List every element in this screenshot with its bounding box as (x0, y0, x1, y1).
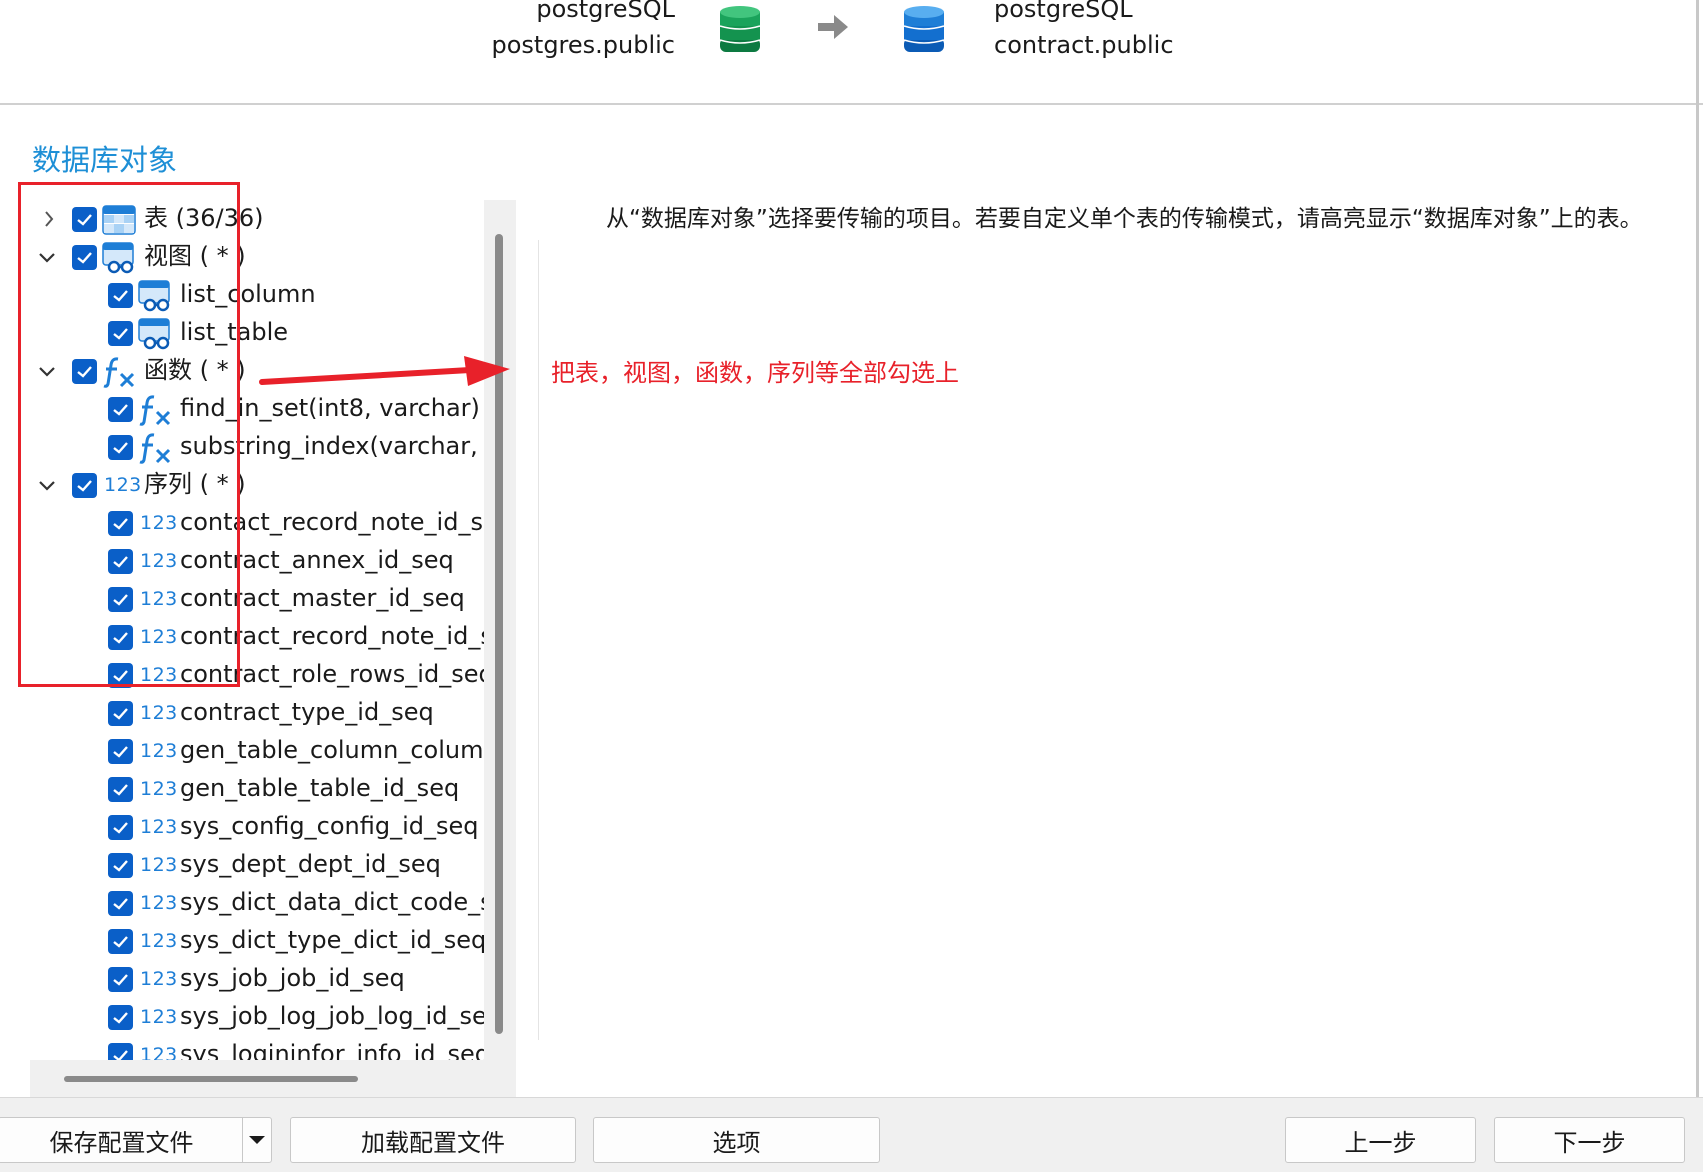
source-server-name: postgreSQL (536, 0, 675, 23)
source-database-icon (719, 6, 761, 52)
tree-item-sequence[interactable]: 123 sys_job_log_job_log_id_sec (30, 998, 484, 1036)
sequence-icon: 123 (140, 1044, 178, 1060)
sequence-icon: 123 (140, 778, 178, 800)
target-server-name: postgreSQL (994, 0, 1133, 23)
data-transfer-window: postgreSQL postgres.public postgreSQL co… (0, 0, 1703, 1172)
transfer-header: postgreSQL postgres.public postgreSQL co… (0, 0, 1703, 105)
sequence-item-label: sys_dict_type_dict_id_seq (180, 926, 484, 954)
source-schema-name: postgres.public (491, 31, 675, 59)
sequence-item-label: gen_table_column_column (180, 736, 484, 764)
annotation-highlight-box (18, 182, 240, 687)
sequence-item-label: contract_type_id_seq (180, 698, 434, 726)
section-title: 数据库对象 (32, 143, 178, 177)
sequence-item-checkbox[interactable] (108, 777, 133, 802)
tree-item-sequence[interactable]: 123 sys_dept_dept_id_seq (30, 846, 484, 884)
sequence-item-label: sys_dict_data_dict_code_se (180, 888, 484, 916)
window-border (1696, 0, 1699, 1097)
sequence-item-checkbox[interactable] (108, 739, 133, 764)
target-schema-name: contract.public (994, 31, 1174, 59)
tree-item-sequence[interactable]: 123 gen_table_column_column (30, 732, 484, 770)
sequence-item-checkbox[interactable] (108, 1043, 133, 1060)
options-button[interactable]: 选项 (593, 1117, 880, 1163)
sequence-item-checkbox[interactable] (108, 967, 133, 992)
tree-item-sequence[interactable]: 123 sys_config_config_id_seq (30, 808, 484, 846)
button-bar: 保存配置文件 加载配置文件 选项 上一步 下一步 (0, 1097, 1703, 1172)
sequence-item-checkbox[interactable] (108, 815, 133, 840)
tree-item-sequence[interactable]: 123 sys_dict_type_dict_id_seq (30, 922, 484, 960)
sequence-item-checkbox[interactable] (108, 1005, 133, 1030)
sequence-item-label: sys_config_config_id_seq (180, 812, 479, 840)
sequence-item-label: sys_job_log_job_log_id_sec (180, 1002, 484, 1030)
sequence-item-label: sys_dept_dept_id_seq (180, 850, 441, 878)
sequence-icon: 123 (140, 968, 178, 990)
target-database-icon (903, 6, 945, 52)
sequence-item-label: sys_job_job_id_seq (180, 964, 405, 992)
sequence-icon: 123 (140, 930, 178, 952)
sequence-item-checkbox[interactable] (108, 929, 133, 954)
back-button[interactable]: 上一步 (1285, 1117, 1476, 1163)
tree-item-sequence[interactable]: 123 sys_dict_data_dict_code_se (30, 884, 484, 922)
sequence-item-checkbox[interactable] (108, 853, 133, 878)
sequence-item-checkbox[interactable] (108, 701, 133, 726)
sequence-icon: 123 (140, 740, 178, 762)
sequence-icon: 123 (140, 702, 178, 724)
tree-item-sequence[interactable]: 123 sys_job_job_id_seq (30, 960, 484, 998)
sequence-icon: 123 (140, 816, 178, 838)
tree-item-sequence[interactable]: 123 gen_table_table_id_seq (30, 770, 484, 808)
horizontal-scrollbar[interactable] (64, 1076, 358, 1082)
next-button[interactable]: 下一步 (1494, 1117, 1685, 1163)
load-profile-button[interactable]: 加载配置文件 (290, 1117, 576, 1163)
transfer-direction-arrow-icon (818, 15, 848, 39)
caret-down-icon (249, 1136, 265, 1144)
sequence-item-checkbox[interactable] (108, 891, 133, 916)
tree-item-sequence[interactable]: 123 sys_logininfor_info_id_seq (30, 1036, 484, 1060)
sequence-icon: 123 (140, 892, 178, 914)
sequence-icon: 123 (140, 1006, 178, 1028)
panel-divider (538, 240, 539, 1040)
annotation-text: 把表，视图，函数，序列等全部勾选上 (551, 359, 959, 387)
sequence-item-label: sys_logininfor_info_id_seq (180, 1040, 484, 1060)
save-profile-button[interactable]: 保存配置文件 (0, 1117, 244, 1163)
annotation-arrow-icon (259, 356, 510, 386)
sequence-icon: 123 (140, 854, 178, 876)
sequence-item-label: gen_table_table_id_seq (180, 774, 460, 802)
instructions-text: 从“数据库对象”选择要传输的项目。若要自定义单个表的传输模式，请高亮显示“数据库… (606, 206, 1643, 232)
save-profile-dropdown[interactable] (242, 1117, 272, 1163)
tree-item-sequence[interactable]: 123 contract_type_id_seq (30, 694, 484, 732)
